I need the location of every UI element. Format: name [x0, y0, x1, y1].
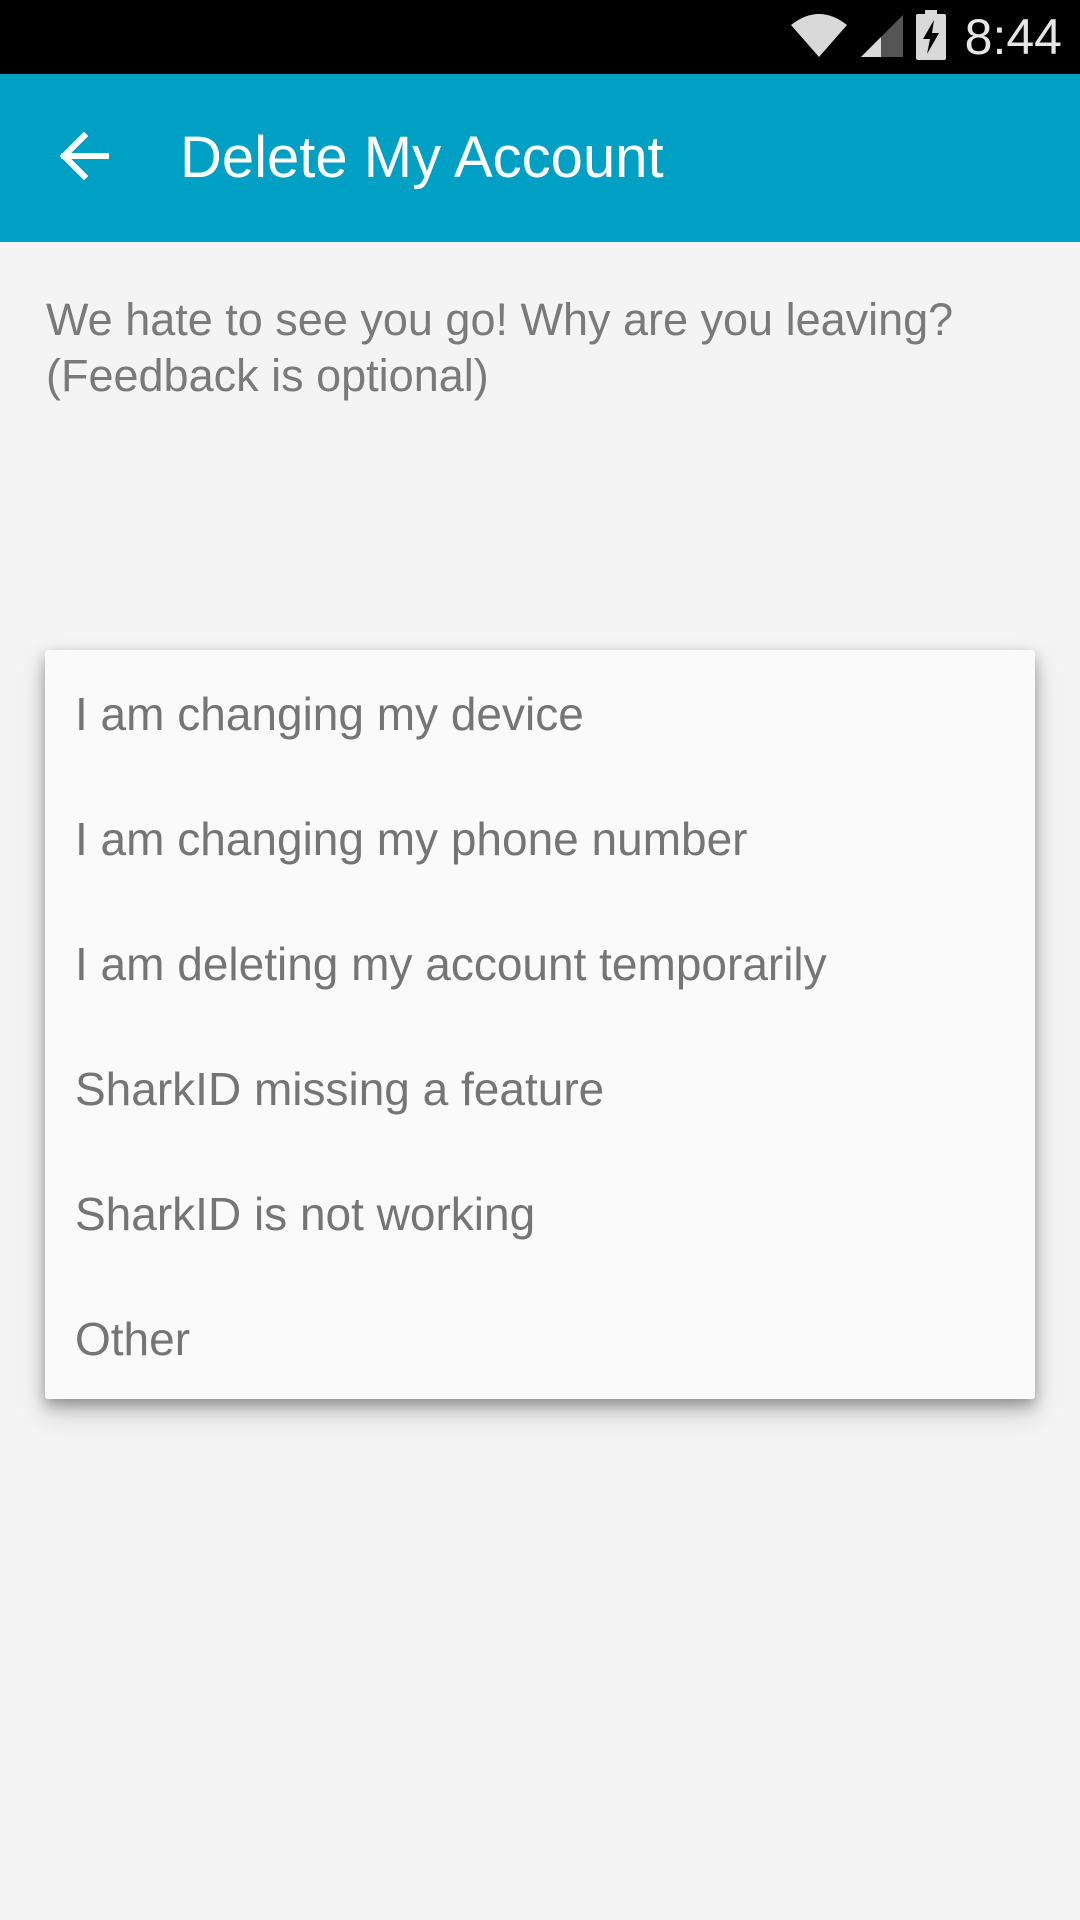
back-button[interactable]: [36, 110, 132, 206]
signal-icon: [859, 11, 905, 64]
status-bar: 8:44: [0, 0, 1080, 74]
page-title: Delete My Account: [180, 125, 664, 190]
arrow-back-icon: [58, 131, 110, 185]
status-time: 8:44: [964, 9, 1062, 65]
option-changing-device[interactable]: I am changing my device: [45, 652, 1035, 777]
prompt-line-2: (Feedback is optional): [46, 350, 489, 401]
screen: 8:44 Delete My Account We hate to see yo…: [0, 0, 1080, 1920]
prompt-line-1: We hate to see you go! Why are you leavi…: [46, 294, 954, 345]
battery-charging-icon: [915, 9, 947, 66]
feedback-prompt: We hate to see you go! Why are you leavi…: [46, 292, 1046, 404]
option-changing-phone-number[interactable]: I am changing my phone number: [45, 777, 1035, 902]
reason-dropdown: I am changing my device I am changing my…: [45, 650, 1035, 1399]
option-not-working[interactable]: SharkID is not working: [45, 1152, 1035, 1277]
app-bar: Delete My Account: [0, 74, 1080, 242]
status-icons: 8:44: [789, 0, 1062, 74]
option-missing-feature[interactable]: SharkID missing a feature: [45, 1027, 1035, 1152]
option-deleting-temporarily[interactable]: I am deleting my account temporarily: [45, 902, 1035, 1027]
option-other[interactable]: Other: [45, 1277, 1035, 1402]
wifi-icon: [789, 11, 849, 64]
